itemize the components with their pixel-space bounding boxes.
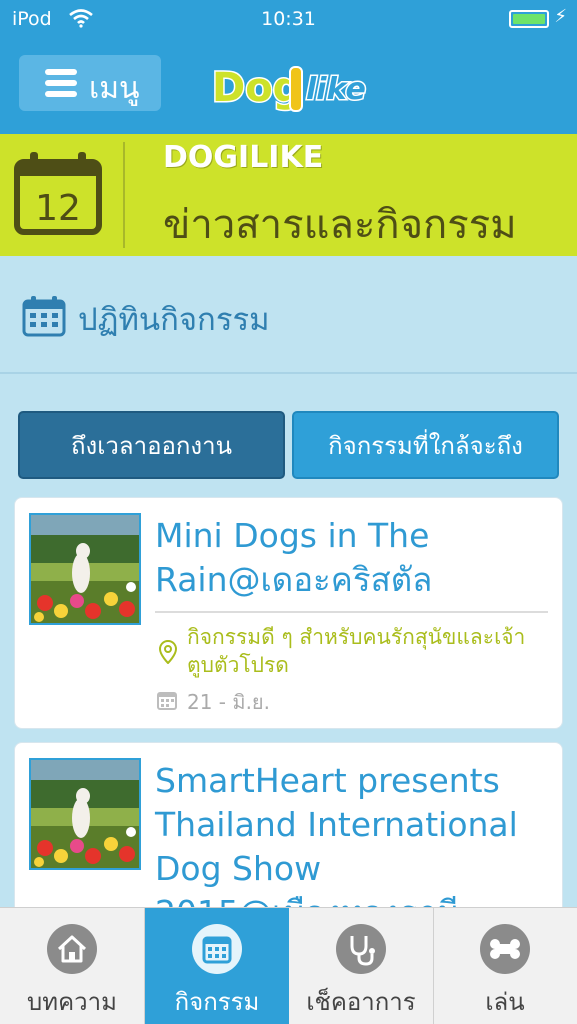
event-thumbnail — [29, 758, 141, 870]
menu-button[interactable]: เมนู — [19, 55, 161, 111]
tab-upcoming[interactable]: กิจกรรมที่ใกล้จะถึง — [292, 411, 559, 479]
nav-label: กิจกรรม — [174, 988, 260, 1016]
battery-icon — [509, 10, 549, 28]
calendar-icon — [22, 295, 66, 337]
bottom-nav: บทความ กิจกรรม เช็คอาการ เล่น — [0, 907, 577, 1024]
event-title[interactable]: Mini Dogs in The Rain@เดอะคริสตัล — [155, 514, 555, 602]
top-bar: iPod 10:31 ⚡ เมนู Dog like — [0, 0, 577, 134]
banner-title: DOGILIKE — [163, 140, 324, 175]
nav-activities[interactable]: กิจกรรม — [145, 908, 289, 1024]
nav-label: บทความ — [27, 988, 117, 1016]
house-icon — [47, 924, 97, 974]
nav-label: เช็คอาการ — [306, 988, 416, 1016]
svg-text:Dog: Dog — [212, 65, 301, 111]
nav-articles[interactable]: บทความ — [0, 908, 144, 1024]
status-bar: iPod 10:31 ⚡ — [0, 0, 577, 36]
banner-divider — [123, 142, 125, 248]
calendar-icon — [192, 924, 242, 974]
card-divider — [155, 611, 548, 613]
charging-icon: ⚡ — [554, 6, 567, 27]
calendar-day-icon: 12 — [14, 150, 102, 236]
menu-button-label: เมนู — [89, 71, 140, 106]
event-card[interactable]: Mini Dogs in The Rain@เดอะคริสตัล กิจกรร… — [14, 497, 563, 729]
nav-symptom-check[interactable]: เช็คอาการ — [289, 908, 433, 1024]
event-place: กิจกรรมดี ๆ สำหรับคนรักสุนัขและเจ้าตูบตั… — [187, 625, 526, 677]
stethoscope-icon — [336, 924, 386, 974]
banner-subtitle: ข่าวสารและกิจกรรม — [163, 202, 517, 248]
section-title: ปฏิทินกิจกรรม — [78, 302, 270, 338]
bone-icon — [480, 924, 530, 974]
tab-showtime[interactable]: ถึงเวลาออกงาน — [18, 411, 285, 479]
calendar-day-number: 12 — [35, 188, 81, 229]
location-pin-icon — [158, 639, 178, 665]
event-thumbnail — [29, 513, 141, 625]
nav-label: เล่น — [485, 988, 525, 1016]
svg-text:like: like — [306, 72, 366, 107]
event-date: 21 - มิ.ย. — [187, 690, 270, 714]
nav-play[interactable]: เล่น — [433, 908, 577, 1024]
dogilike-logo[interactable]: Dog like — [210, 55, 370, 117]
hamburger-icon — [45, 69, 77, 97]
date-calendar-icon — [157, 690, 177, 710]
status-time: 10:31 — [261, 8, 316, 30]
